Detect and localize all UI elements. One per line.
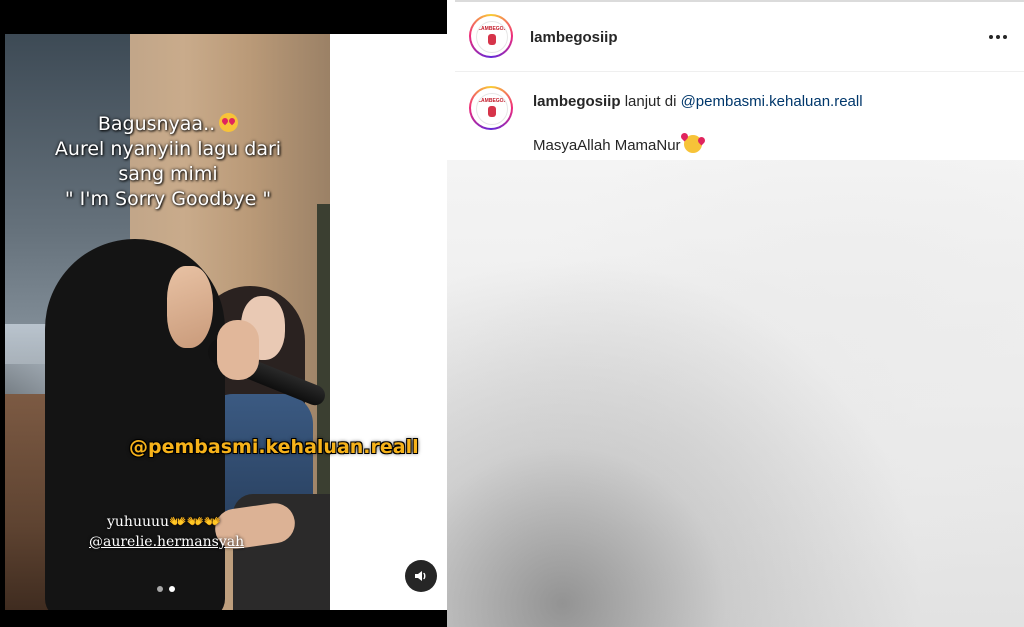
blurred-region <box>447 160 1024 627</box>
lambegosiip-logo-icon: LAMBEGOSIIP <box>476 93 508 125</box>
comment-caption: MasyaAllah MamaNur <box>533 135 702 154</box>
singer-hand <box>217 320 259 380</box>
media-panel: Bagusnyaa.. Aurel nyanyiin lagu dari san… <box>0 0 447 627</box>
post-username[interactable]: lambegosiip <box>530 29 618 46</box>
scene-door <box>317 204 330 534</box>
avatar-border: LAMBEGOSIIP <box>471 16 511 56</box>
speaker-icon <box>415 571 426 581</box>
logo-text: LAMBEGOSIIP <box>478 98 507 104</box>
person-singer-face <box>167 266 213 348</box>
more-options-icon <box>989 35 993 39</box>
video-caption-line-1: Bagusnyaa.. <box>97 113 216 135</box>
comment-avatar[interactable]: LAMBEGOSIIP <box>469 86 513 130</box>
avatar[interactable]: LAMBEGOSIIP <box>469 14 513 58</box>
letterbox-bottom <box>0 610 447 627</box>
video-player[interactable]: Bagusnyaa.. Aurel nyanyiin lagu dari san… <box>5 34 447 610</box>
logo-text: LAMBEGOSIIP <box>478 26 507 32</box>
carousel-dot[interactable] <box>157 586 163 592</box>
comment-mention-link[interactable]: @pembasmi.kehaluan.reall <box>681 93 863 110</box>
comment-caption-text: MasyaAllah MamaNur <box>533 137 681 154</box>
video-caption-line-4: " I'm Sorry Goodbye " <box>64 188 272 210</box>
carousel-indicator <box>157 586 175 592</box>
post-header: LAMBEGOSIIP lambegosiip <box>455 2 1024 72</box>
logo-figure <box>488 106 496 117</box>
video-caption-line-2: Aurel nyanyiin lagu dari <box>54 138 282 160</box>
logo-figure <box>488 34 496 45</box>
smiling-face-with-hearts-emoji-icon <box>683 135 702 153</box>
comment-text: lanjut di <box>624 93 677 110</box>
avatar-border: LAMBEGOSIIP <box>471 88 511 128</box>
video-overlay-handle: @aurelie.hermansyah <box>89 534 245 550</box>
more-options-button[interactable] <box>987 27 1009 47</box>
lambegosiip-logo-icon: LAMBEGOSIIP <box>476 21 508 53</box>
video-caption: Bagusnyaa.. Aurel nyanyiin lagu dari san… <box>33 112 303 212</box>
comment-username[interactable]: lambegosiip <box>533 93 621 110</box>
more-options-icon-dot <box>1003 35 1007 39</box>
carousel-dot-active[interactable] <box>169 586 175 592</box>
more-options-icon-dot <box>996 35 1000 39</box>
heart-eyes-emoji-icon <box>219 113 239 132</box>
video-caption-line-3: sang mimi <box>118 163 218 185</box>
post-caption-comment: LAMBEGOSIIP lambegosiip lanjut di @pemba… <box>455 72 1024 160</box>
video-overlay-mention: @pembasmi.kehaluan.reall <box>129 436 419 458</box>
letterbox-top <box>0 0 447 33</box>
mute-button[interactable] <box>405 560 437 592</box>
video-overlay-text: yuhuuuu👐👐👐 <box>107 514 222 530</box>
comment-line: lambegosiip lanjut di @pembasmi.kehaluan… <box>533 93 863 110</box>
